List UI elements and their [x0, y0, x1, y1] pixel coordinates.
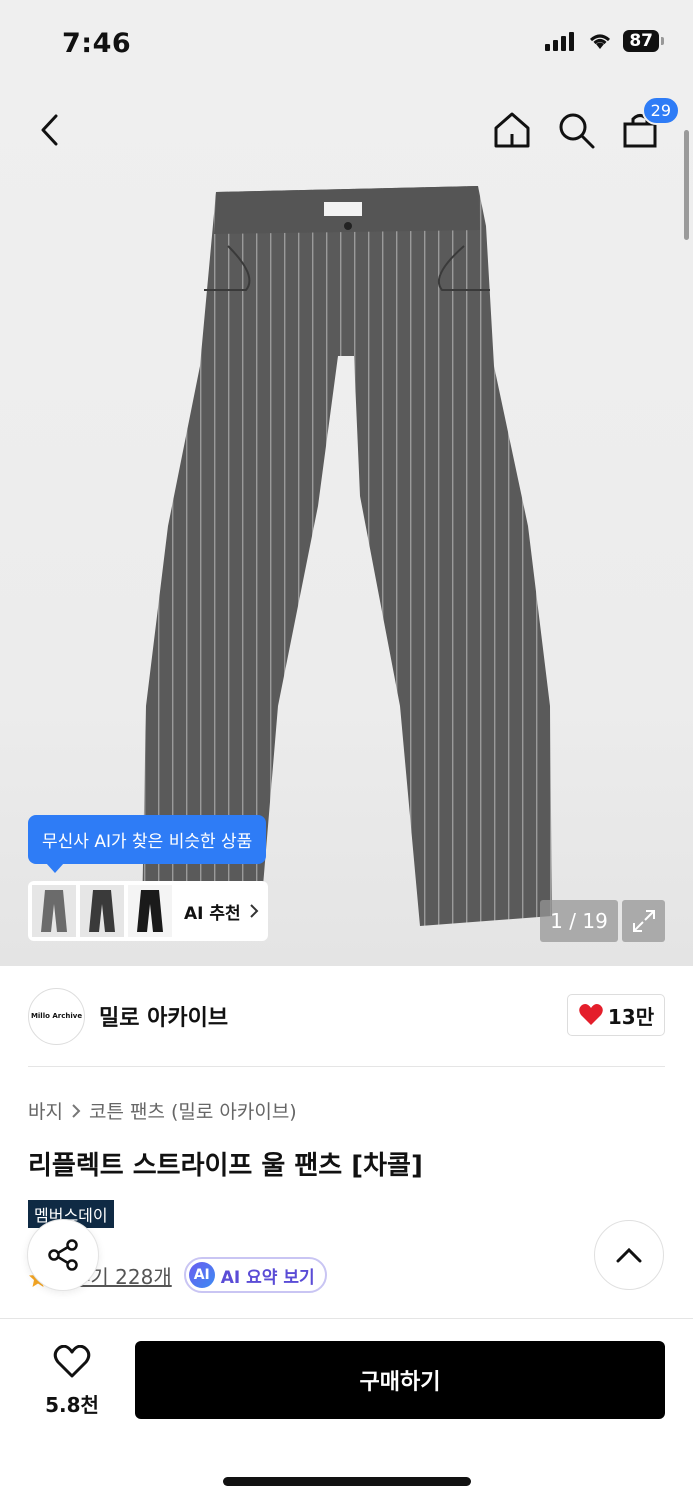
- expand-image-button[interactable]: [622, 900, 665, 942]
- ai-icon: AI: [188, 1262, 215, 1288]
- status-bar: 7:46 87: [0, 0, 693, 90]
- product-title: 리플렉트 스트라이프 울 팬츠 [차콜]: [28, 1151, 423, 1181]
- expand-icon: [632, 910, 655, 932]
- ai-summary-button[interactable]: AI AI 요약 보기: [183, 1257, 327, 1293]
- search-button[interactable]: [554, 108, 598, 152]
- divider: [28, 1066, 665, 1067]
- recommendation-thumbnail[interactable]: [80, 885, 124, 937]
- back-button[interactable]: [28, 108, 72, 152]
- wifi-icon: [590, 34, 611, 49]
- status-time: 7:46: [62, 28, 132, 59]
- chevron-right-icon: [249, 904, 259, 918]
- brand-like-button[interactable]: 13만: [567, 994, 665, 1036]
- breadcrumb-subcategory[interactable]: 코튼 팬츠 (밀로 아카이브): [89, 1097, 297, 1124]
- brand-logo[interactable]: Millo Archive: [28, 987, 85, 1045]
- chevron-right-icon: [72, 1103, 81, 1118]
- brand-name[interactable]: 밀로 아카이브: [99, 1000, 228, 1032]
- ai-similar-tooltip[interactable]: 무신사 AI가 찾은 비슷한 상품: [28, 815, 267, 873]
- chevron-left-icon: [41, 114, 58, 146]
- ai-recommend-label: AI 추천: [184, 903, 241, 924]
- status-icons: 87: [545, 30, 664, 52]
- heart-icon: [579, 1004, 603, 1025]
- recommendation-thumbnail[interactable]: [32, 885, 76, 937]
- ai-recommend-link[interactable]: AI 추천: [184, 899, 259, 924]
- scroll-indicator: [684, 130, 689, 240]
- signal-icon: [545, 32, 575, 51]
- heart-outline-icon: [53, 1344, 91, 1378]
- home-button[interactable]: [490, 108, 534, 152]
- scroll-to-top-button[interactable]: [594, 1220, 664, 1290]
- breadcrumb-category[interactable]: 바지: [28, 1097, 63, 1124]
- cart-button[interactable]: 29: [618, 96, 680, 152]
- home-icon: [494, 112, 530, 148]
- bottom-action-bar: 5.8천 구매하기: [0, 1318, 693, 1500]
- buy-button[interactable]: 구매하기: [135, 1341, 665, 1419]
- wishlist-count: 5.8천: [45, 1393, 99, 1417]
- breadcrumb: 바지 코튼 팬츠 (밀로 아카이브): [28, 1097, 297, 1124]
- cart-count-badge: 29: [641, 96, 680, 125]
- product-gallery[interactable]: 29 무신사 AI가 찾은 비슷한 상품 AI 추천 1 / 19: [0, 90, 693, 966]
- share-button[interactable]: [27, 1219, 99, 1291]
- recommendation-thumbnail[interactable]: [128, 885, 172, 937]
- share-icon: [48, 1239, 78, 1271]
- search-icon: [559, 113, 595, 149]
- top-navigation: 29: [0, 90, 693, 170]
- ai-recommendation-bar[interactable]: AI 추천: [28, 881, 268, 941]
- chevron-up-icon: [616, 1247, 642, 1263]
- wishlist-button[interactable]: 5.8천: [38, 1344, 106, 1418]
- home-indicator: [223, 1477, 471, 1486]
- brand-like-count: 13만: [607, 1004, 655, 1029]
- ai-summary-label: AI 요약 보기: [220, 1267, 315, 1288]
- brand-row[interactable]: Millo Archive 밀로 아카이브 13만: [28, 986, 665, 1046]
- image-page-counter: 1 / 19: [540, 900, 618, 942]
- battery-icon: 87: [623, 30, 664, 52]
